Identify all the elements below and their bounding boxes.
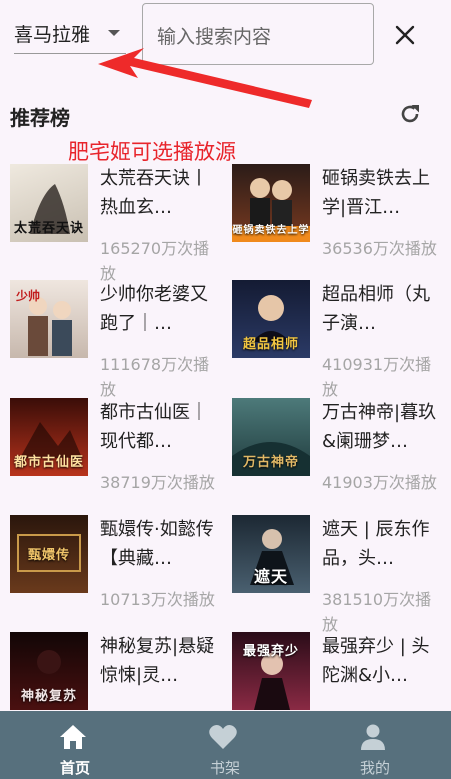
nav-item-bookshelf[interactable]: 书架 (150, 711, 300, 779)
book-item[interactable]: 砸锅卖铁去上学 砸锅卖铁去上学|晋江… 36536万次播放 (232, 164, 447, 276)
book-cover: 太荒吞天诀 (10, 164, 88, 242)
section-title: 推荐榜 (10, 106, 70, 130)
home-icon (60, 725, 86, 749)
nav-label: 我的 (359, 759, 390, 777)
refresh-icon (401, 105, 419, 123)
book-item[interactable]: 甄嬛传 甄嬛传·如懿传【典藏… 10713万次播放 (10, 515, 225, 627)
book-plays: 410931万次播放 (322, 355, 432, 399)
cover-title: 最强弃少 (242, 644, 299, 659)
cover-title: 万古神帝 (242, 455, 299, 470)
source-label: 喜马拉雅 (14, 24, 91, 46)
book-item[interactable]: 都市古仙医 都市古仙医｜现代都… 38719万次播放 (10, 398, 225, 510)
close-icon (395, 25, 415, 45)
svg-text:少帅: 少帅 (15, 288, 40, 303)
book-title: 遮天 | 辰东作品，头… (322, 519, 430, 569)
book-cover: 都市古仙医 (10, 398, 88, 476)
book-plays: 38719万次播放 (100, 473, 215, 492)
annotation-arrow-icon (98, 48, 312, 108)
book-title: 都市古仙医｜现代都… (100, 402, 208, 452)
book-cover: 遮天 (232, 515, 310, 593)
cover-title: 神秘复苏 (20, 689, 77, 704)
book-title: 少帅你老婆又跑了｜… (100, 284, 208, 334)
bottom-nav: 首页 书架 我的 (0, 711, 451, 779)
book-title: 甄嬛传·如懿传【典藏… (100, 519, 214, 569)
heart-icon (209, 725, 237, 749)
book-plays: 165270万次播放 (100, 239, 210, 283)
person-icon (361, 724, 385, 750)
book-item[interactable]: 少帅 少帅你老婆又跑了｜… 111678万次播放 (10, 280, 225, 399)
book-cover: 万古神帝 (232, 398, 310, 476)
book-title: 神秘复苏|悬疑惊悚|灵… (100, 636, 215, 686)
cover-title: 超品相师 (242, 337, 299, 352)
book-cover: 甄嬛传 (10, 515, 88, 593)
book-plays: 10713万次播放 (100, 590, 215, 609)
book-plays: 381510万次播放 (322, 590, 432, 634)
book-plays: 41903万次播放 (322, 473, 437, 492)
cover-art: 少帅 (15, 288, 72, 356)
book-cover: 神秘复苏 (10, 632, 88, 710)
nav-label: 书架 (209, 759, 240, 777)
nav-label: 首页 (59, 759, 90, 777)
close-button[interactable] (388, 18, 422, 52)
nav-item-profile[interactable]: 我的 (300, 711, 450, 779)
book-plays: 36536万次播放 (322, 239, 437, 258)
book-item[interactable]: 超品相师 超品相师（丸子演… 410931万次播放 (232, 280, 447, 399)
cover-title: 甄嬛传 (27, 548, 70, 563)
cover-title: 遮天 (253, 567, 288, 586)
cover-title: 都市古仙医 (13, 455, 84, 470)
book-title: 砸锅卖铁去上学|晋江… (322, 168, 430, 218)
book-item[interactable]: 万古神帝 万古神帝|暮玖&阑珊梦… 41903万次播放 (232, 398, 447, 510)
book-item[interactable]: 遮天 遮天 | 辰东作品，头… 381510万次播放 (232, 515, 447, 634)
nav-item-home[interactable]: 首页 (0, 711, 150, 779)
cover-title: 太荒吞天诀 (13, 221, 84, 236)
annotation-text: 肥宅姬可选播放源 (68, 140, 236, 164)
book-title: 万古神帝|暮玖&阑珊梦… (322, 402, 437, 452)
book-cover: 砸锅卖铁去上学 (232, 164, 310, 242)
caret-down-icon (108, 30, 120, 36)
book-item[interactable]: 太荒吞天诀 太荒吞天诀丨热血玄… 165270万次播放 (10, 164, 225, 283)
book-cover: 最强弃少 (232, 632, 310, 710)
book-cover: 超品相师 (232, 280, 310, 358)
book-title: 太荒吞天诀丨热血玄… (100, 168, 208, 218)
book-cover: 少帅 (10, 280, 88, 358)
cover-title: 砸锅卖铁去上学 (232, 225, 310, 236)
book-plays: 111678万次播放 (100, 355, 210, 399)
book-title: 最强弃少 | 头陀渊&小… (322, 636, 430, 686)
book-title: 超品相师（丸子演… (322, 284, 430, 334)
refresh-button[interactable] (396, 100, 424, 128)
